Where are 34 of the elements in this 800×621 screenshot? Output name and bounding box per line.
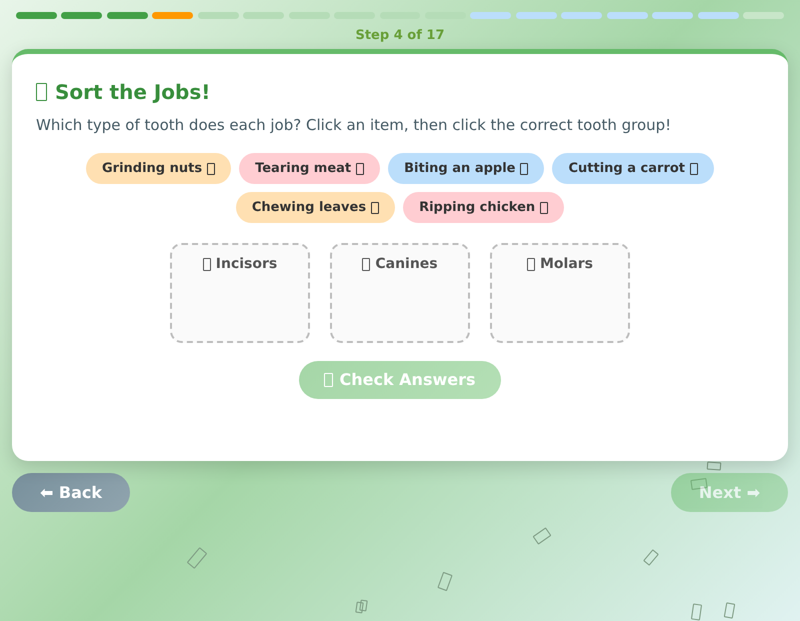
job-chip[interactable]: Tearing meat [239,153,380,184]
drop-zone-label: Canines [375,254,438,274]
activity-title: Sort the Jobs! [55,80,210,104]
job-chip[interactable]: Grinding nuts [86,153,232,184]
missing-glyph-icon [207,162,216,174]
missing-glyph-icon [324,373,334,387]
job-chip[interactable]: Biting an apple [388,153,544,184]
missing-glyph-icon [724,602,736,619]
drop-zone[interactable]: Incisors [170,243,310,343]
missing-glyph-icon [540,202,548,214]
step-counter: Step 4 of 17 [355,28,444,44]
drop-zone-label: Incisors [216,254,278,274]
missing-glyph-icon [690,162,698,174]
missing-glyph-icon [532,527,552,545]
job-chip[interactable]: Cutting a carrot [552,153,714,184]
drop-zone[interactable]: Canines [330,243,470,343]
missing-glyph-icon [356,162,364,174]
missing-glyph-icon [202,258,211,270]
missing-glyph-icon [355,602,364,614]
missing-glyph-icon [36,83,47,101]
missing-glyph-icon [690,603,702,621]
job-chip[interactable]: Ripping chicken [403,192,564,223]
missing-glyph-icon [643,549,659,566]
missing-glyph-icon [520,162,528,174]
instructions: Which type of tooth does each job? Click an item, then click the correct tooth group! [36,115,672,135]
drop-zone-label: Molars [540,254,594,274]
job-chip[interactable]: Chewing leaves [236,192,396,223]
missing-glyph-icon [526,258,535,270]
missing-glyph-icon [359,600,368,612]
missing-glyph-icon [371,202,380,214]
missing-glyph-icon [437,572,453,592]
missing-glyph-icon [186,547,208,569]
drop-zone[interactable]: Molars [490,243,630,343]
missing-glyph-icon [362,258,370,270]
